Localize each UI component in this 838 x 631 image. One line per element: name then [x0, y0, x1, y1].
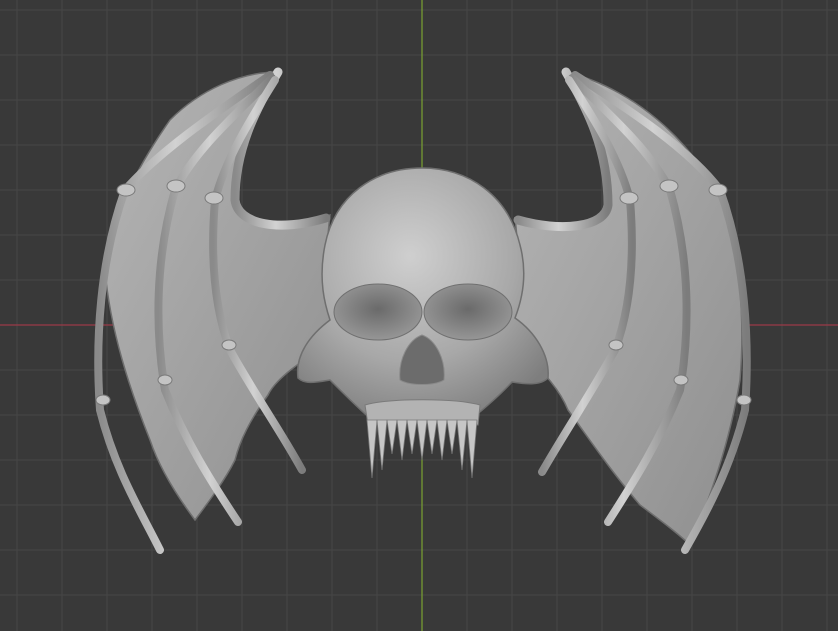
left-wing[interactable]	[94, 67, 339, 554]
skull[interactable]	[296, 167, 549, 479]
right-wing[interactable]	[505, 67, 752, 554]
fang-tooth	[376, 419, 388, 471]
left-eye-socket	[333, 283, 423, 341]
fang-tooth	[426, 419, 438, 455]
fang-tooth	[466, 419, 478, 479]
fang-tooth	[386, 419, 398, 455]
3d-viewport[interactable]	[0, 0, 838, 631]
fang-tooth	[366, 419, 378, 479]
left-wing-membrane	[104, 71, 339, 522]
fang-tooth	[436, 419, 448, 461]
right-eye-socket	[423, 283, 513, 341]
viewport-canvas[interactable]	[0, 0, 838, 631]
fang-tooth	[396, 419, 408, 461]
fang-tooth	[446, 419, 458, 455]
fang-tooth	[406, 419, 418, 455]
fang-tooth	[416, 419, 428, 461]
fang-tooth	[456, 419, 468, 471]
winged-skull-model[interactable]	[94, 67, 752, 554]
